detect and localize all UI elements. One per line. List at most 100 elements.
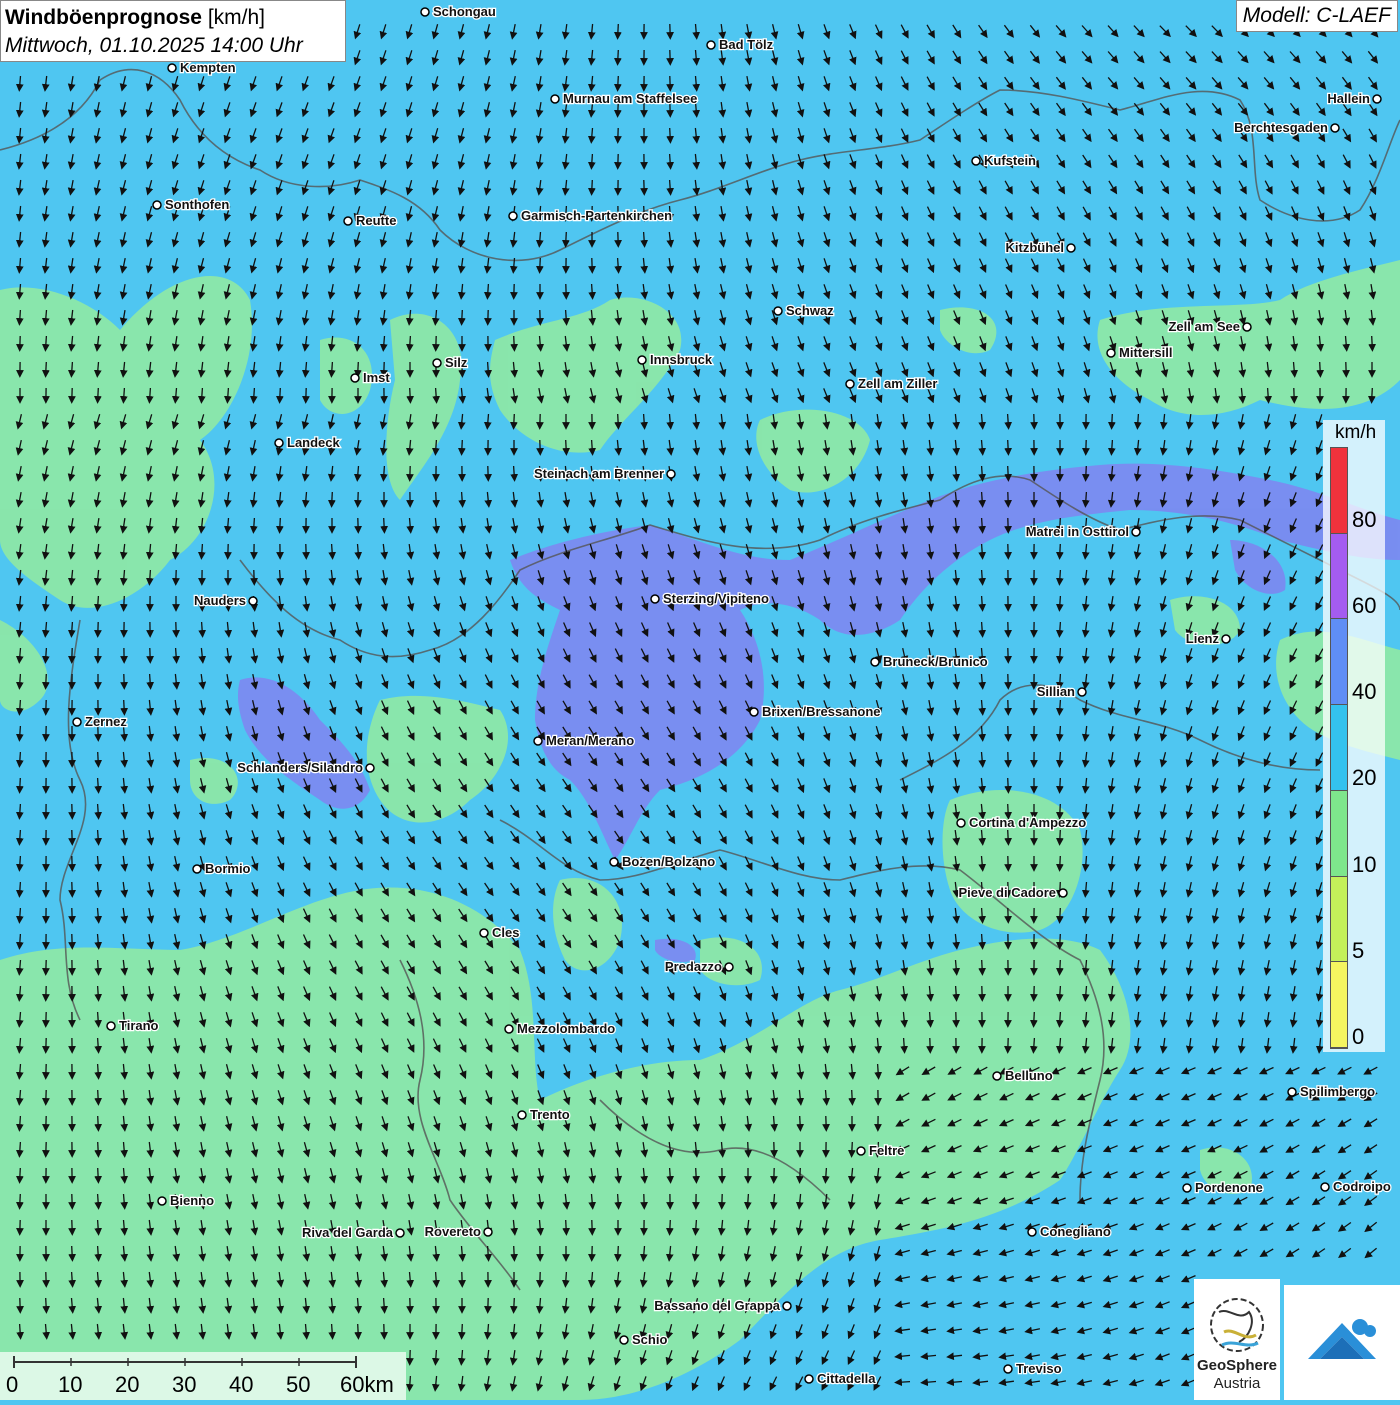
- legend-color-segment: [1331, 534, 1347, 620]
- scale-bar: 0 10 20 30 40 50 60km: [0, 1352, 406, 1400]
- wind-arrow: [878, 1064, 879, 1076]
- wind-arrow: [1112, 414, 1113, 426]
- city-dot: [168, 64, 176, 72]
- wind-arrow: [852, 1142, 853, 1154]
- city-marker: Zell am See: [1168, 319, 1251, 334]
- wind-arrow: [436, 1350, 437, 1362]
- city-label: Nauders: [194, 593, 246, 608]
- wind-arrow: [800, 1168, 801, 1180]
- wind-arrow: [20, 1324, 21, 1336]
- wind-arrow: [904, 1038, 905, 1050]
- city-label: Schlanders/Silandro: [237, 760, 363, 775]
- city-marker: Sterzing/Vipiteno: [651, 591, 769, 606]
- city-label: Cortina d'Ampezzo: [969, 815, 1086, 830]
- legend-tick: 80: [1352, 507, 1376, 533]
- city-dot: [249, 597, 257, 605]
- wind-arrow: [670, 128, 671, 140]
- wind-arrow: [98, 1090, 99, 1102]
- legend-color-segment: [1331, 877, 1347, 963]
- city-dot: [783, 1302, 791, 1310]
- city-label: Berchtesgaden: [1234, 120, 1328, 135]
- legend-color-segment: [1331, 962, 1347, 1048]
- wind-arrow: [1060, 960, 1061, 972]
- city-label: Rovereto: [425, 1224, 481, 1239]
- wind-arrow: [332, 492, 333, 504]
- wind-arrow: [898, 1382, 910, 1383]
- city-label: Bozen/Bolzano: [622, 854, 715, 869]
- wind-arrow: [930, 1012, 931, 1024]
- city-dot: [433, 359, 441, 367]
- city-label: Zell am Ziller: [858, 376, 937, 391]
- title-unit: [km/h]: [208, 6, 265, 29]
- city-dot: [1288, 1088, 1296, 1096]
- wind-arrow: [98, 804, 99, 816]
- wind-arrow: [696, 1220, 697, 1232]
- city-label: Sonthofen: [165, 197, 229, 212]
- wind-arrow: [254, 518, 255, 530]
- city-label: Matrei in Osttirol: [1026, 524, 1129, 539]
- wind-arrow: [384, 518, 385, 530]
- wind-arrow: [332, 1324, 333, 1336]
- city-label: Spilimbergo: [1300, 1084, 1375, 1099]
- wind-arrow: [540, 258, 541, 270]
- wind-arrow: [488, 362, 489, 374]
- scale-label: 50: [286, 1372, 310, 1398]
- wind-arrow: [436, 388, 437, 400]
- city-dot: [518, 1111, 526, 1119]
- wind-arrow: [1060, 908, 1061, 920]
- wind-arrow: [1060, 596, 1061, 608]
- city-label: Kufstein: [984, 153, 1036, 168]
- city-label: Predazzo: [665, 959, 722, 974]
- wind-arrow: [618, 50, 619, 62]
- geosphere-logo[interactable]: GeoSphere Austria: [1194, 1279, 1280, 1400]
- city-dot: [344, 217, 352, 225]
- scale-label: 20: [115, 1372, 139, 1398]
- wind-arrow: [670, 1168, 671, 1180]
- wind-arrow: [98, 778, 99, 790]
- scale-label: 40: [229, 1372, 253, 1398]
- city-marker: Bruneck/Brunico: [871, 654, 988, 669]
- wind-arrow: [592, 440, 593, 452]
- wind-arrow: [20, 856, 21, 868]
- wind-arrow: [618, 1246, 619, 1258]
- wind-arrow: [514, 466, 515, 478]
- city-dot: [509, 212, 517, 220]
- wind-arrow: [46, 1298, 47, 1310]
- wind-arrow: [670, 154, 671, 166]
- scale-label: 10: [58, 1372, 82, 1398]
- geosphere-name: GeoSphere: [1194, 1357, 1280, 1374]
- wind-arrow: [280, 570, 281, 582]
- wind-gust-map: SchongauBad TölzKemptenMurnau am Staffel…: [0, 0, 1400, 1400]
- legend-tick: 60: [1352, 593, 1376, 619]
- wind-arrow: [20, 1168, 21, 1180]
- city-marker: Sonthofen: [153, 197, 229, 212]
- city-dot: [1183, 1184, 1191, 1192]
- wind-arrow: [98, 1194, 99, 1206]
- wind-arrow: [358, 1324, 359, 1336]
- city-dot: [366, 764, 374, 772]
- wind-arrow: [826, 1168, 827, 1180]
- wind-arrow: [618, 414, 619, 426]
- wind-arrow: [1060, 570, 1061, 582]
- wind-arrow: [150, 388, 151, 400]
- city-label: Tirano: [119, 1018, 159, 1033]
- wind-arrow: [98, 752, 99, 764]
- city-label: Steinach am Brenner: [534, 466, 664, 481]
- wind-arrow: [20, 726, 21, 738]
- city-dot: [1132, 528, 1140, 536]
- city-dot: [153, 201, 161, 209]
- app-logo[interactable]: [1284, 1285, 1400, 1400]
- scale-label: 0: [6, 1372, 18, 1398]
- city-dot: [484, 1228, 492, 1236]
- city-label: Cles: [492, 925, 519, 940]
- wind-arrow: [956, 986, 957, 998]
- wind-arrow: [20, 882, 21, 894]
- city-dot: [871, 658, 879, 666]
- wind-arrow: [1060, 622, 1061, 634]
- wind-arrow: [1060, 752, 1061, 764]
- wind-arrow: [98, 1038, 99, 1050]
- map-subtitle: Mittwoch, 01.10.2025 14:00 Uhr: [5, 32, 341, 59]
- city-label: Hallein: [1327, 91, 1370, 106]
- city-dot: [667, 470, 675, 478]
- legend-tick: 40: [1352, 679, 1376, 705]
